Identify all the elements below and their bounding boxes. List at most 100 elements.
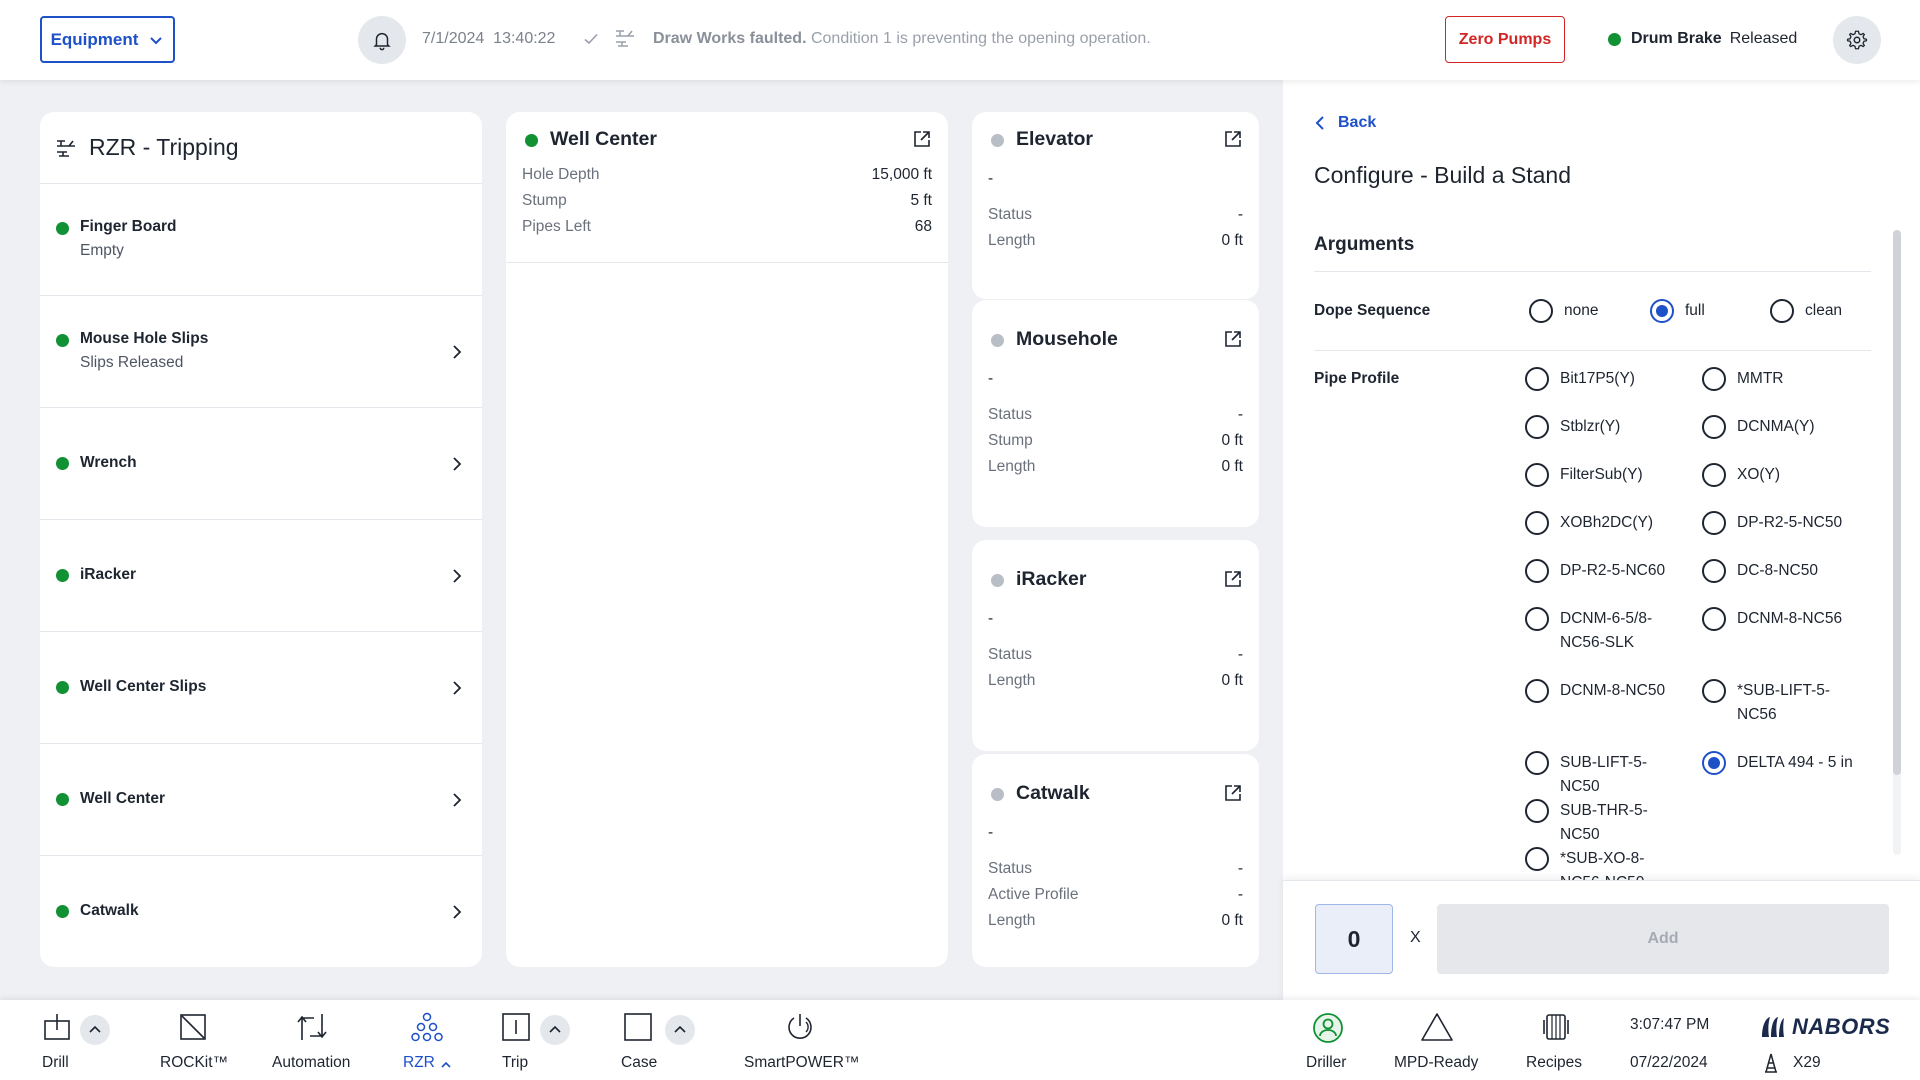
active-profile-row: Active Profile - (972, 886, 1259, 912)
status-dot (56, 680, 69, 694)
radio-label: DCNM-8-NC50 (1560, 682, 1666, 699)
nav-mpd-ready[interactable]: MPD-Ready (1394, 1000, 1494, 1080)
radio-circle (1525, 607, 1549, 631)
rzr-item-title: Well Center Slips (80, 678, 207, 695)
radio-circle (1702, 415, 1726, 439)
chevron-right-icon (453, 905, 462, 919)
nav-label: Trip (502, 1054, 529, 1071)
nav-automation[interactable]: Automation (272, 1000, 372, 1080)
chevron-right-icon (453, 568, 462, 583)
bell-icon (373, 32, 391, 51)
radio-circle (1702, 367, 1726, 391)
nav-expand-button[interactable] (80, 1015, 110, 1045)
rig-name: X29 (1793, 1054, 1821, 1071)
pipe-option[interactable]: DCNM-8-NC56 (1702, 607, 1855, 631)
iracker-header: iRacker (972, 552, 1259, 606)
pipe-option[interactable]: MMTR (1702, 367, 1855, 391)
pipe-option[interactable]: DC-8-NC50 (1702, 559, 1855, 583)
chevron-right-icon (453, 680, 462, 695)
equipment-dropdown[interactable]: Equipment (40, 16, 175, 63)
nav-smartpower[interactable]: SmartPOWER™ (742, 1000, 862, 1080)
radio-circle (1525, 679, 1549, 703)
pipe-option[interactable]: XO(Y) (1702, 463, 1855, 487)
device-value: - (988, 610, 994, 627)
pipe-option[interactable]: DCNMA(Y) (1702, 415, 1855, 439)
nav-label: Case (621, 1054, 658, 1071)
zero-pumps-button[interactable]: Zero Pumps (1445, 16, 1565, 63)
rzr-item-well-center-slips[interactable]: Well Center Slips (40, 632, 482, 744)
pipe-option[interactable]: *SUB-LIFT-5-NC56 (1702, 679, 1855, 727)
pipe-option[interactable]: FilterSub(Y) (1525, 463, 1678, 487)
pipe-option[interactable]: DCNM-6-5/8-NC56-SLK (1525, 607, 1678, 655)
rzr-item-catwalk[interactable]: Catwalk (40, 856, 482, 967)
radio-label: *SUB-XO-8-NC56-NC50 (1560, 850, 1645, 880)
automation-icon (297, 1014, 327, 1040)
pipes-left-row: Pipes Left 68 (506, 218, 948, 244)
times-label: X (1410, 929, 1421, 946)
status-row: Status - (972, 646, 1259, 672)
pipe-option[interactable]: DP-R2-5-NC50 (1702, 511, 1855, 535)
nav-rzr[interactable]: RZR (400, 1000, 470, 1080)
pipe-option[interactable]: SUB-LIFT-5-NC50 (1525, 751, 1678, 799)
length-row: Length 0 ft (972, 458, 1259, 484)
drum-brake-value: Released (1729, 30, 1798, 47)
radio-label: DC-8-NC50 (1737, 562, 1818, 579)
notifications-button[interactable] (358, 16, 406, 64)
pipe-option[interactable]: Bit17P5(Y) (1525, 367, 1678, 391)
settings-button[interactable] (1833, 16, 1881, 64)
nav-drill[interactable]: Drill (30, 1000, 120, 1080)
well-center-header: Well Center (506, 112, 948, 166)
pipe-option[interactable]: DP-R2-5-NC60 (1525, 559, 1678, 583)
pipe-option[interactable]: SUB-THR-5-NC50 (1525, 799, 1678, 847)
rzr-item-wrench[interactable]: Wrench (40, 408, 482, 520)
driller-user-icon (1313, 1013, 1343, 1043)
external-link-icon[interactable] (1223, 129, 1243, 149)
tripping-icon (57, 139, 75, 157)
chevron-right-icon (453, 792, 462, 807)
status-dot (991, 788, 1004, 801)
pipe-option[interactable]: Stblzr(Y) (1525, 415, 1678, 439)
row-label: Pipes Left (522, 218, 591, 235)
chevron-right-icon (453, 344, 462, 359)
device-title: Catwalk (1016, 782, 1090, 804)
nav-rockit[interactable]: ROCKit™ (160, 1000, 250, 1080)
nav-recipes[interactable]: Recipes (1525, 1000, 1605, 1080)
rzr-item-subtitle: Slips Released (80, 354, 184, 371)
stump-row: Stump 0 ft (972, 432, 1259, 458)
rzr-item-iracker[interactable]: iRacker (40, 520, 482, 632)
scrollbar-thumb[interactable] (1893, 230, 1901, 775)
add-button[interactable]: Add (1437, 904, 1889, 974)
external-link-icon[interactable] (1223, 783, 1243, 803)
external-link-icon[interactable] (1223, 329, 1243, 349)
rzr-item-well-center[interactable]: Well Center (40, 744, 482, 856)
top-bar: Equipment 7/1/2024 13:40:22 Draw Works f… (0, 0, 1920, 80)
radio-label: XOBh2DC(Y) (1560, 514, 1654, 531)
pipe-profile-options: Bit17P5(Y) MMTR Stblzr(Y) DCNMA(Y) Filte… (1283, 80, 1883, 880)
rzr-header: RZR - Tripping (40, 112, 482, 184)
device-value: - (988, 370, 994, 387)
pipe-option[interactable]: XOBh2DC(Y) (1525, 511, 1678, 535)
pipe-option[interactable]: DCNM-8-NC50 (1525, 679, 1678, 703)
radio-label: XO(Y) (1737, 466, 1781, 483)
nav-expand-button[interactable] (665, 1015, 695, 1045)
configure-footer: 0 X Add (1283, 880, 1920, 1000)
pipe-option-selected[interactable]: DELTA 494 - 5 in (1702, 751, 1855, 775)
nav-case[interactable]: Case (620, 1000, 710, 1080)
row-label: Length (988, 458, 1036, 475)
nav-trip[interactable]: Trip (500, 1000, 590, 1080)
nav-driller[interactable]: Driller (1300, 1000, 1370, 1080)
row-label: Stump (988, 432, 1033, 449)
rzr-item-mouse-hole-slips[interactable]: Mouse Hole Slips Slips Released (40, 296, 482, 408)
pipe-option[interactable]: *SUB-XO-8-NC56-NC50 (1525, 847, 1678, 880)
iracker-card: iRacker - Status - Length 0 ft (972, 540, 1259, 751)
configure-panel: Back Configure - Build a Stand Arguments… (1283, 80, 1920, 1000)
external-link-icon[interactable] (912, 129, 932, 149)
check-icon (584, 33, 598, 45)
nav-expand-button[interactable] (540, 1015, 570, 1045)
alert-timestamp: 7/1/2024 13:40:22 (422, 30, 555, 48)
rockit-icon (180, 1014, 206, 1040)
quantity-input[interactable]: 0 (1315, 904, 1393, 974)
status-dot (991, 134, 1004, 147)
length-row: Length 0 ft (972, 672, 1259, 698)
external-link-icon[interactable] (1223, 569, 1243, 589)
